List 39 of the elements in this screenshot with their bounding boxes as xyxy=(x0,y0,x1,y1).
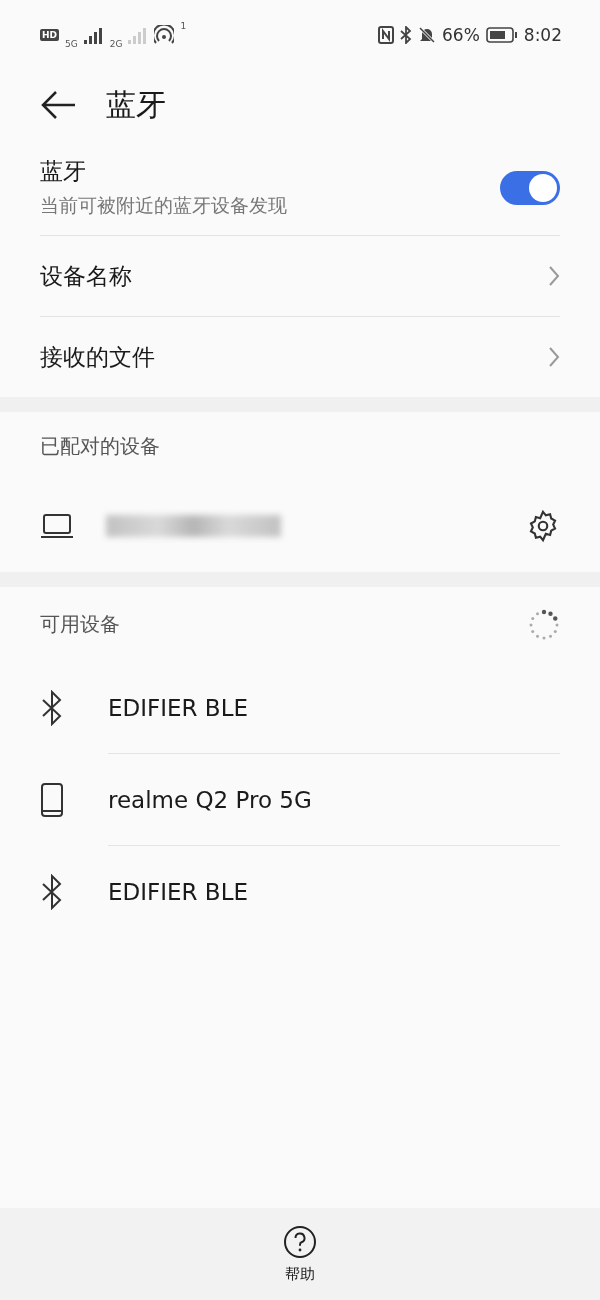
loading-spinner-icon xyxy=(528,608,560,641)
device-name: EDIFIER BLE xyxy=(108,879,248,905)
hotspot-count: 1 xyxy=(180,21,187,31)
network-label: 2G xyxy=(109,39,123,49)
phone-icon xyxy=(40,782,64,818)
settings-item[interactable]: 设备名称 xyxy=(40,236,560,317)
chevron-right-icon xyxy=(548,265,560,287)
settings-label: 接收的文件 xyxy=(40,342,155,372)
settings-label: 设备名称 xyxy=(40,261,132,291)
setting-subtitle: 当前可被附近的蓝牙设备发现 xyxy=(40,193,287,218)
signal-icon xyxy=(128,26,149,44)
signal-icon xyxy=(83,26,104,44)
bluetooth-icon xyxy=(400,26,412,44)
help-label[interactable]: 帮助 xyxy=(285,1264,315,1284)
network-label: 5G xyxy=(65,39,78,49)
bluetooth-icon xyxy=(40,874,64,910)
bell-muted-icon xyxy=(418,26,436,44)
battery-percent: 66% xyxy=(442,25,480,45)
device-item[interactable]: EDIFIER BLE xyxy=(0,846,600,938)
device-name: realme Q2 Pro 5G xyxy=(108,786,312,813)
nfc-icon xyxy=(378,26,394,44)
battery-icon xyxy=(485,26,518,44)
clock-time: 8:02 xyxy=(523,25,562,45)
hd-badge: HD xyxy=(40,29,59,41)
device-item[interactable]: realme Q2 Pro 5G xyxy=(0,754,600,846)
section-title: 可用设备 xyxy=(40,611,120,638)
hotspot-icon xyxy=(154,25,175,45)
page-title: 蓝牙 xyxy=(106,85,166,124)
back-arrow-icon[interactable] xyxy=(40,90,76,120)
chevron-right-icon xyxy=(548,346,560,368)
settings-item[interactable]: 接收的文件 xyxy=(40,317,560,397)
setting-title: 蓝牙 xyxy=(40,157,87,186)
bluetooth-icon xyxy=(40,690,64,726)
bluetooth-toggle[interactable] xyxy=(500,170,560,205)
laptop-icon xyxy=(40,513,74,539)
device-name: EDIFIER BLE xyxy=(108,694,248,721)
help-icon[interactable] xyxy=(283,1224,317,1259)
section-title: 已配对的设备 xyxy=(40,432,160,460)
device-item[interactable]: EDIFIER BLE xyxy=(0,662,600,754)
